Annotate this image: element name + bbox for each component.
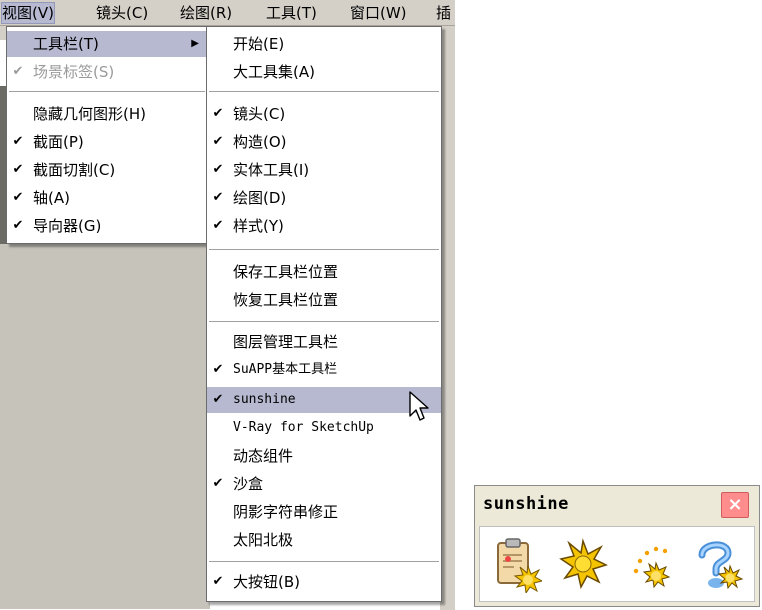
submenu-item-sandbox[interactable]: ✔ 沙盒 — [207, 471, 441, 497]
menu-item-label: sunshine — [233, 392, 296, 407]
toolbar-titlebar[interactable]: sunshine × — [477, 488, 757, 520]
menubar: 视图(V) 镜头(C) 绘图(R) 工具(T) 窗口(W) 插 — [0, 0, 455, 26]
menu-separator — [209, 561, 439, 563]
menu-item-label: 图层管理工具栏 — [233, 333, 339, 351]
menu-item-label: 镜头(C) — [233, 105, 286, 123]
submenu-item-suapp-basic[interactable]: ✔ SuAPP基本工具栏 — [207, 357, 441, 383]
menu-item-label: 动态组件 — [233, 447, 294, 465]
view-menu-item-toolbars[interactable]: 工具栏(T) ▶ — [7, 31, 207, 57]
check-icon: ✔ — [212, 106, 224, 121]
submenu-item-solid-tools[interactable]: ✔ 实体工具(I) — [207, 157, 441, 183]
menu-item-label: 导向器(G) — [33, 217, 102, 235]
toolbar-button-row — [479, 526, 755, 602]
check-icon: ✔ — [212, 162, 224, 177]
menu-item-label: 大按钮(B) — [233, 573, 300, 591]
menu-item-label: 沙盒 — [233, 475, 264, 493]
submenu-item-save-toolbar-positions[interactable]: 保存工具栏位置 — [207, 259, 441, 285]
menu-separator — [209, 321, 439, 323]
sun-button[interactable] — [554, 531, 610, 597]
check-icon: ✔ — [212, 134, 224, 149]
menu-item-label: 构造(O) — [233, 133, 287, 151]
menu-separator — [9, 91, 205, 93]
menu-camera[interactable]: 镜头(C) — [96, 3, 148, 23]
check-icon: ✔ — [212, 476, 224, 491]
toolbars-submenu: 开始(E) 大工具集(A) ✔ 镜头(C) ✔ 构造(O) ✔ 实体工具(I) … — [206, 26, 442, 602]
menu-item-label: 轴(A) — [33, 189, 70, 207]
menu-window[interactable]: 窗口(W) — [350, 3, 407, 23]
menu-item-label: 工具栏(T) — [33, 35, 99, 53]
menu-item-label: 隐藏几何图形(H) — [33, 105, 146, 123]
submenu-item-restore-toolbar-positions[interactable]: 恢复工具栏位置 — [207, 287, 441, 313]
menu-item-label: 恢复工具栏位置 — [233, 291, 339, 309]
shadow-settings-button[interactable] — [488, 531, 544, 597]
menu-item-label: 样式(Y) — [233, 217, 284, 235]
clipboard-sun-icon — [497, 538, 542, 593]
check-icon: ✔ — [12, 162, 24, 177]
menu-item-label: 截面(P) — [33, 133, 84, 151]
submenu-item-sunshine[interactable]: ✔ sunshine — [207, 387, 441, 413]
view-menu-item-section-planes[interactable]: ✔ 截面(P) — [7, 129, 207, 155]
close-button[interactable]: × — [721, 492, 749, 518]
menu-item-label: 场景标签(S) — [33, 63, 115, 81]
submenu-item-dynamic-components[interactable]: 动态组件 — [207, 443, 441, 469]
menu-item-label: V-Ray for SketchUp — [233, 420, 374, 435]
check-icon: ✔ — [12, 218, 24, 233]
menu-item-label: 阴影字符串修正 — [233, 503, 339, 521]
menu-item-label: 大工具集(A) — [233, 63, 315, 81]
sunshine-toolbar-window: sunshine × — [474, 485, 760, 607]
menu-separator — [209, 249, 439, 251]
menu-item-label: 太阳北极 — [233, 531, 294, 549]
menu-item-label: 截面切割(C) — [33, 161, 116, 179]
sun-path-icon — [633, 546, 671, 589]
view-menu-item-axes[interactable]: ✔ 轴(A) — [7, 185, 207, 211]
help-button[interactable] — [690, 531, 746, 597]
check-icon: ✔ — [212, 392, 224, 407]
check-icon: ✔ — [212, 362, 224, 377]
check-icon: ✔ — [12, 190, 24, 205]
submenu-item-solar-north[interactable]: 太阳北极 — [207, 527, 441, 553]
view-menu-item-guides[interactable]: ✔ 导向器(G) — [7, 213, 207, 239]
view-menu-item-scene-tabs: ✔ 场景标签(S) — [7, 59, 207, 85]
menu-draw[interactable]: 绘图(R) — [180, 3, 232, 23]
submenu-item-styles[interactable]: ✔ 样式(Y) — [207, 213, 441, 239]
menu-item-label: 绘图(D) — [233, 189, 287, 207]
submenu-item-construction[interactable]: ✔ 构造(O) — [207, 129, 441, 155]
submenu-item-drawing[interactable]: ✔ 绘图(D) — [207, 185, 441, 211]
menu-item-label: 开始(E) — [233, 35, 285, 53]
check-icon: ✔ — [12, 134, 24, 149]
submenu-item-layer-manager[interactable]: 图层管理工具栏 — [207, 329, 441, 355]
menu-item-label: SuAPP基本工具栏 — [233, 362, 338, 377]
submenu-item-camera[interactable]: ✔ 镜头(C) — [207, 101, 441, 127]
sun-icon — [559, 538, 608, 590]
submenu-arrow-icon: ▶ — [191, 38, 199, 49]
submenu-item-large-buttons[interactable]: ✔ 大按钮(B) — [207, 569, 441, 595]
check-icon: ✔ — [212, 190, 224, 205]
menu-plugins[interactable]: 插 — [436, 3, 451, 23]
check-icon: ✔ — [212, 574, 224, 589]
workspace-background — [0, 240, 210, 609]
workspace-edge — [440, 40, 455, 610]
check-icon: ✔ — [12, 64, 24, 79]
menu-item-label: 保存工具栏位置 — [233, 263, 339, 281]
mouse-cursor-icon — [409, 391, 429, 421]
sun-path-button[interactable] — [622, 531, 678, 597]
view-menu-item-section-cuts[interactable]: ✔ 截面切割(C) — [7, 157, 207, 183]
view-menu: 工具栏(T) ▶ ✔ 场景标签(S) 隐藏几何图形(H) ✔ 截面(P) ✔ 截… — [6, 26, 208, 244]
menu-separator — [209, 91, 439, 93]
menu-view[interactable]: 视图(V) — [1, 2, 55, 24]
submenu-item-vray[interactable]: V-Ray for SketchUp — [207, 415, 441, 441]
submenu-item-large-tool-set[interactable]: 大工具集(A) — [207, 59, 441, 85]
view-menu-item-hidden-geometry[interactable]: 隐藏几何图形(H) — [7, 101, 207, 127]
submenu-item-getting-started[interactable]: 开始(E) — [207, 31, 441, 57]
menu-tools[interactable]: 工具(T) — [266, 3, 317, 23]
help-sun-icon — [698, 541, 744, 590]
menu-item-label: 实体工具(I) — [233, 161, 310, 179]
check-icon: ✔ — [212, 218, 224, 233]
submenu-item-shadow-strings-fix[interactable]: 阴影字符串修正 — [207, 499, 441, 525]
toolbar-title: sunshine — [483, 494, 569, 514]
